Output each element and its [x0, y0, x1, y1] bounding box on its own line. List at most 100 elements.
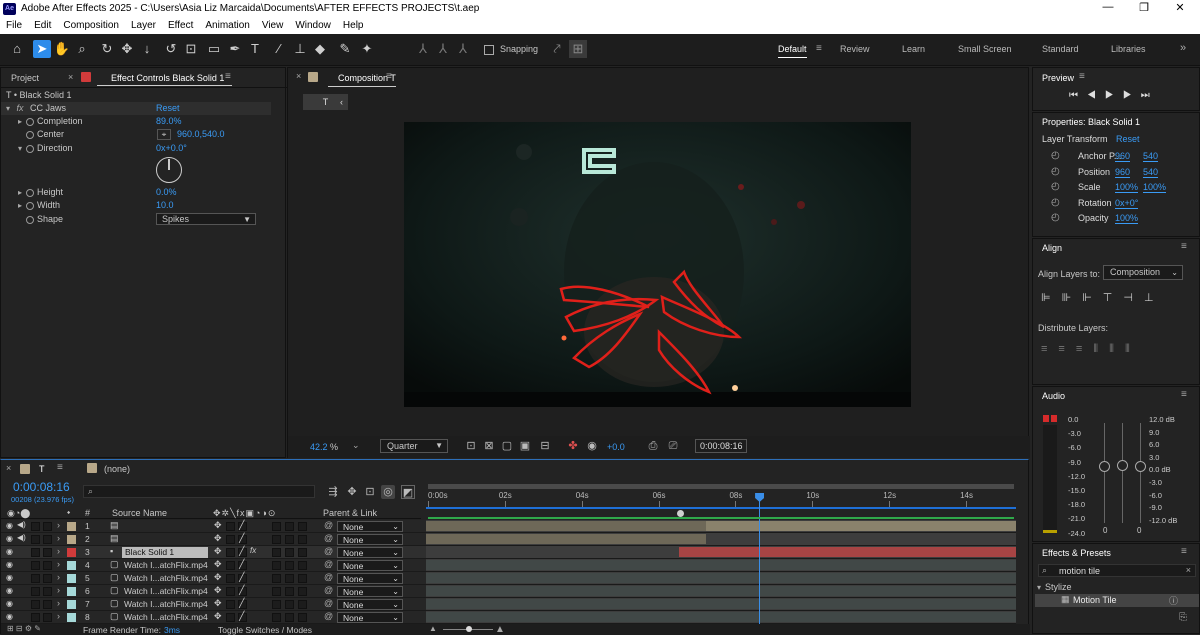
layer-row[interactable]: ◉ › 3 ▪ Black Solid 1 ✥ ╱ fx @ None ⌄ [1, 546, 1016, 559]
switch-box[interactable] [272, 613, 281, 622]
workspace-review[interactable]: Review [840, 44, 870, 54]
panel-menu-icon[interactable]: ≡ [386, 71, 392, 82]
distribute-bottom-icon[interactable]: ≡ [1076, 343, 1093, 355]
visibility-eye-icon[interactable]: ◉ [6, 612, 13, 621]
panel-menu-icon[interactable]: ≡ [1181, 389, 1187, 400]
world-axis-icon[interactable]: ⅄ [434, 40, 452, 58]
angle-dial[interactable] [156, 157, 182, 183]
collapse-triangle-icon[interactable]: ▾ [18, 142, 26, 155]
last-frame-icon[interactable]: ⏭ [1141, 90, 1159, 101]
expand-triangle-icon[interactable]: ▸ [18, 186, 26, 199]
expand-triangle-icon[interactable]: › [57, 533, 60, 543]
zoom-out-icon[interactable]: ▲ [429, 624, 437, 633]
switch-box[interactable] [226, 600, 235, 609]
viewer-timecode[interactable]: 0:00:08:16 [695, 439, 747, 453]
footer-toggle-icons[interactable]: ⊞ ⊟ ⚙ ✎ [7, 624, 41, 633]
snapping-checkbox[interactable] [484, 45, 494, 55]
switch-box[interactable] [285, 574, 294, 583]
align-left-icon[interactable]: ⊫ [1041, 292, 1062, 304]
visibility-eye-icon[interactable]: ◉ [6, 586, 13, 595]
tab-project[interactable]: Project [11, 73, 39, 83]
distribute-left-icon[interactable]: ⦀ [1093, 343, 1109, 355]
mask-visibility-icon[interactable]: ▣ [518, 439, 532, 453]
distribute-top-icon[interactable]: ≡ [1041, 343, 1058, 355]
layer-row[interactable]: ◉ › 5 ▢ Watch I...atchFlix.mp4 ✥ ╱ @ None ⌄ [1, 572, 1016, 585]
anchor-switch-icon[interactable]: ✥ [214, 520, 222, 531]
visibility-eye-icon[interactable]: ◉ [6, 599, 13, 608]
expand-triangle-icon[interactable]: ▸ [18, 115, 26, 128]
label-color-chip[interactable] [67, 587, 76, 596]
panel-menu-icon[interactable]: ≡ [225, 71, 231, 82]
switch-box[interactable] [298, 600, 307, 609]
switch-box[interactable] [43, 548, 52, 557]
switch-box[interactable] [226, 548, 235, 557]
switch-box[interactable] [43, 600, 52, 609]
layer-duration-bar[interactable] [679, 547, 1016, 557]
completion-value[interactable]: 89.0% [156, 115, 182, 128]
audio-speaker-icon[interactable]: ◀) [17, 520, 26, 529]
current-time-display[interactable]: 0:00:08:16 [13, 480, 70, 494]
time-ruler[interactable]: 0:00s 02s 04s 06s 08s 10s 12s 14s [426, 481, 1016, 519]
play-icon[interactable]: ▶ [1105, 90, 1123, 101]
label-color-chip[interactable] [67, 613, 76, 622]
work-area-range[interactable] [426, 507, 1016, 509]
switch-box[interactable] [31, 574, 40, 583]
prop-width[interactable]: ▸ Width [18, 199, 60, 212]
layer-track[interactable] [426, 572, 1016, 584]
switch-box[interactable] [298, 561, 307, 570]
tab-none[interactable]: (none) [104, 464, 130, 474]
switch-box[interactable] [31, 613, 40, 622]
workspace-overflow-icon[interactable]: » [1180, 42, 1186, 54]
stopwatch-icon[interactable]: ◴ [1051, 166, 1060, 177]
fast-previews-icon[interactable]: ⊡ [464, 439, 478, 453]
label-color-chip[interactable] [67, 522, 76, 531]
anchor-switch-icon[interactable]: ✥ [214, 572, 222, 583]
layer-row[interactable]: ◉ › 8 ▢ Watch I...atchFlix.mp4 ✥ ╱ @ None ⌄ [1, 611, 1016, 624]
prop-direction[interactable]: ▾ Direction [18, 142, 73, 155]
minimize-button[interactable]: — [1098, 1, 1118, 13]
switch-box[interactable] [298, 574, 307, 583]
info-icon[interactable]: ⓘ [1169, 594, 1178, 607]
switch-box[interactable] [31, 535, 40, 544]
anchor-switch-icon[interactable]: ✥ [214, 546, 222, 557]
visibility-eye-icon[interactable]: ◉ [6, 573, 13, 582]
distribute-hcenter-icon[interactable]: ⦀ [1109, 343, 1125, 355]
switch-box[interactable] [285, 522, 294, 531]
brush-tool-icon[interactable]: ∕ [270, 40, 288, 58]
transform-prop-value-2[interactable]: 540 [1143, 167, 1159, 178]
close-tab-icon[interactable]: × [296, 71, 301, 81]
align-to-dropdown[interactable]: Composition ⌄ [1103, 265, 1183, 280]
layer-duration-bar[interactable] [426, 573, 1016, 583]
guides-icon[interactable]: ⊟ [538, 439, 552, 453]
switch-box[interactable] [43, 587, 52, 596]
visibility-eye-icon[interactable]: ◉ [6, 521, 13, 530]
transform-prop-value-1[interactable]: 960 [1115, 167, 1131, 178]
direction-value[interactable]: 0x+0.0° [156, 142, 187, 155]
layer-track[interactable] [426, 559, 1016, 571]
workspace-default[interactable]: Default [778, 44, 807, 58]
draft-3d-icon[interactable]: ✥ [345, 485, 359, 499]
transform-prop-value-1[interactable]: 960 [1115, 151, 1131, 162]
composition-marker-icon[interactable] [677, 510, 684, 517]
label-color-chip[interactable] [67, 561, 76, 570]
restore-button[interactable]: ❐ [1134, 1, 1154, 14]
layer-track[interactable] [426, 611, 1016, 623]
switch-box[interactable] [43, 613, 52, 622]
viewer-frame[interactable] [404, 122, 911, 407]
workspace-menu-icon[interactable]: ≡ [816, 43, 822, 54]
parent-dropdown[interactable]: None ⌄ [337, 586, 403, 597]
label-color-chip[interactable] [67, 535, 76, 544]
effects-category[interactable]: ▾ Stylize [1037, 582, 1072, 592]
crosshair-icon[interactable]: ⌖ [157, 129, 171, 140]
effect-header[interactable]: ▾ fx CC Jaws [1, 102, 271, 115]
effect-reset-link[interactable]: Reset [156, 102, 180, 115]
first-frame-icon[interactable]: ⏮ [1069, 90, 1087, 101]
audio-speaker-icon[interactable]: ◀) [17, 533, 26, 542]
menu-composition[interactable]: Composition [57, 18, 125, 34]
close-tab-icon[interactable]: × [68, 72, 73, 82]
switch-box[interactable] [226, 587, 235, 596]
align-right-icon[interactable]: ⊩ [1082, 292, 1103, 304]
prop-height[interactable]: ▸ Height [18, 186, 63, 199]
frame-blending-icon[interactable]: ◎ [381, 485, 395, 499]
parent-dropdown[interactable]: None ⌄ [337, 612, 403, 623]
